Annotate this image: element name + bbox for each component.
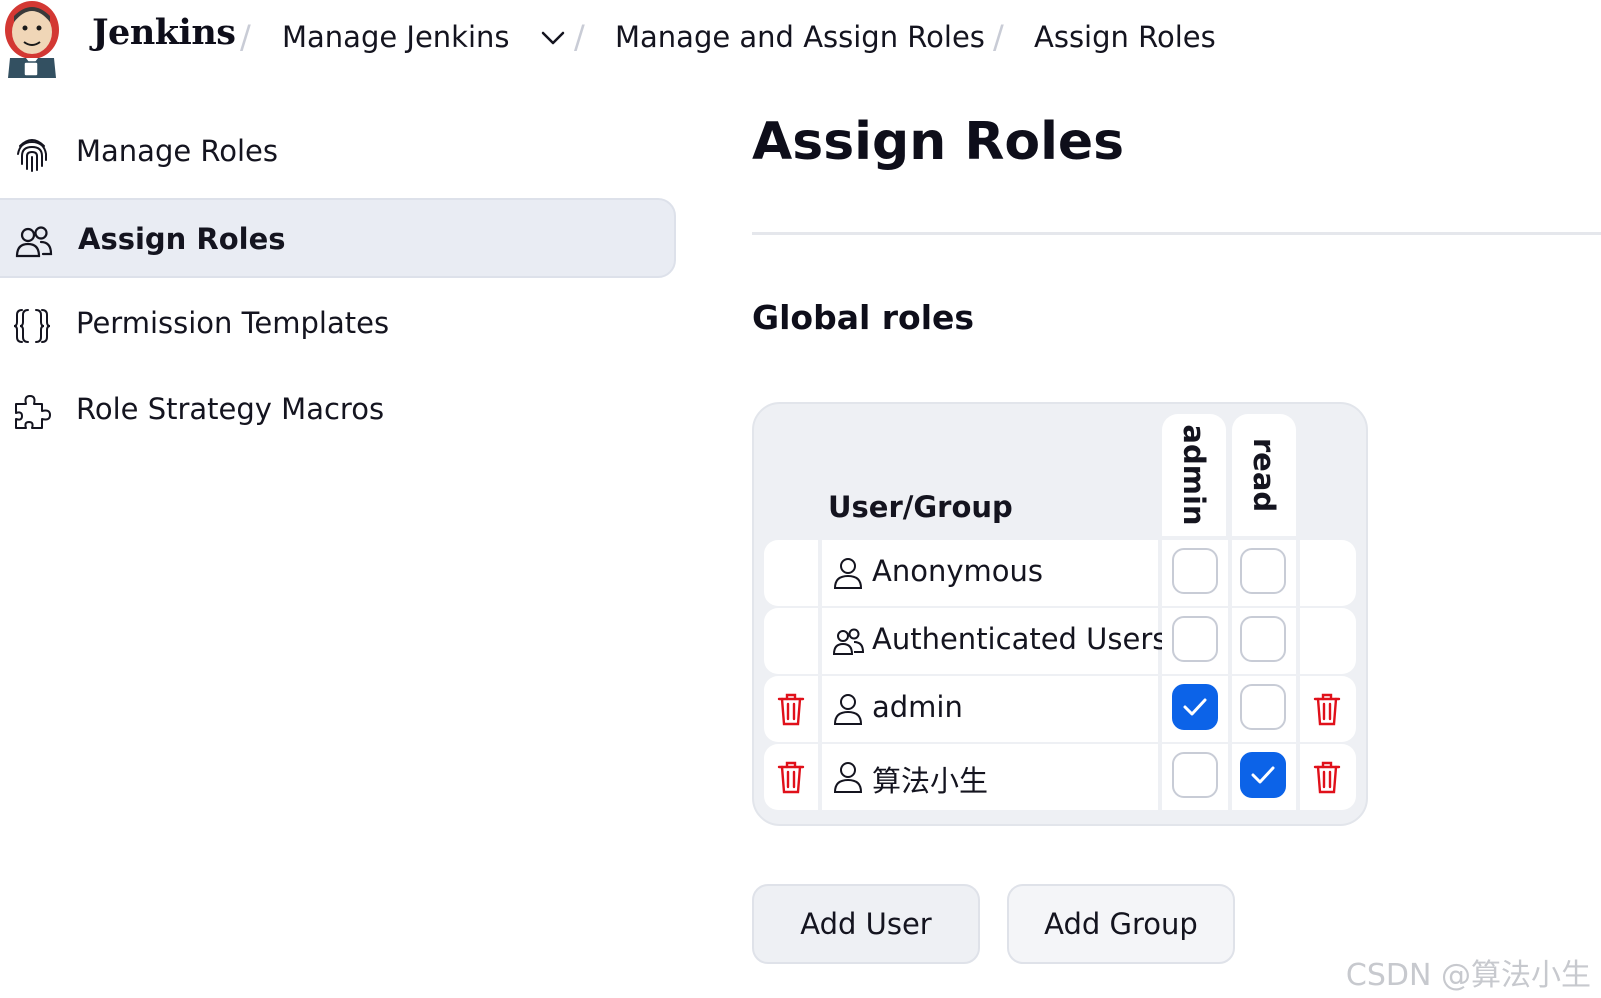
sidebar-item-label: Manage Roles — [76, 134, 279, 168]
row-cell — [1300, 744, 1356, 810]
page-title: Assign Roles — [752, 112, 1125, 172]
chevron-down-icon[interactable] — [540, 28, 566, 48]
user-icon — [833, 694, 863, 725]
brand-name[interactable]: Jenkins — [92, 12, 236, 53]
watermark: CSDN @算法小生 — [1345, 958, 1591, 993]
checkbox-anonymous-read[interactable] — [1240, 548, 1286, 594]
breadcrumb-separator: / — [574, 18, 585, 56]
breadcrumb-manage-jenkins[interactable]: Manage Jenkins — [282, 20, 510, 54]
puzzle-icon — [15, 395, 51, 429]
table-row: Authenticated Users — [764, 608, 1356, 674]
sidebar-item-assign-roles[interactable]: Assign Roles — [0, 198, 676, 278]
users-icon — [15, 226, 53, 258]
checkbox-anonymous-admin[interactable] — [1172, 548, 1218, 594]
user-icon — [833, 558, 863, 589]
trash-icon[interactable] — [1312, 692, 1342, 726]
sidebar-item-role-strategy-macros[interactable]: Role Strategy Macros — [0, 370, 676, 450]
row-name-cell: Authenticated Users — [822, 608, 1167, 674]
add-group-button[interactable]: Add Group — [1007, 884, 1235, 964]
row-cell — [764, 540, 818, 606]
braces-icon — [13, 309, 51, 343]
breadcrumb-manage-assign-roles[interactable]: Manage and Assign Roles — [615, 20, 985, 54]
row-cell — [1232, 744, 1296, 810]
row-cell — [1162, 676, 1228, 742]
row-cell — [764, 608, 818, 674]
checkmark-icon — [1251, 766, 1275, 784]
table-row: 算法小生 — [764, 744, 1356, 810]
divider — [752, 232, 1601, 235]
sidebar-item-manage-roles[interactable]: Manage Roles — [0, 112, 676, 192]
row-cell — [764, 676, 818, 742]
row-cell — [1232, 540, 1296, 606]
row-cell — [1162, 744, 1228, 810]
column-header-admin: admin — [1162, 414, 1226, 536]
trash-icon[interactable] — [776, 760, 806, 794]
row-cell — [764, 744, 818, 810]
group-icon — [832, 628, 864, 655]
sidebar-item-label: Assign Roles — [78, 222, 286, 256]
section-title-global-roles: Global roles — [752, 298, 975, 337]
row-cell — [1300, 540, 1356, 606]
user-icon — [833, 762, 863, 793]
row-name: admin — [872, 690, 963, 724]
column-header-read: read — [1232, 414, 1296, 536]
sidebar-item-label: Permission Templates — [76, 306, 390, 340]
breadcrumb-assign-roles[interactable]: Assign Roles — [1034, 20, 1216, 54]
row-cell — [1162, 608, 1228, 674]
row-name-cell: 算法小生 — [822, 744, 1158, 810]
checkbox-authenticated-read[interactable] — [1240, 616, 1286, 662]
jenkins-logo-icon[interactable] — [0, 0, 64, 80]
checkmark-icon — [1183, 698, 1207, 716]
fingerprint-icon — [17, 139, 47, 172]
table-row: admin — [764, 676, 1356, 742]
column-header-user-group: User/Group — [828, 490, 1013, 524]
checkbox-authenticated-admin[interactable] — [1172, 616, 1218, 662]
global-roles-table: User/Group admin read Anonymous Authenti… — [752, 402, 1368, 826]
breadcrumb-separator: / — [240, 18, 251, 56]
row-cell — [1232, 608, 1296, 674]
sidebar-item-permission-templates[interactable]: Permission Templates — [0, 284, 676, 364]
row-name-cell: admin — [822, 676, 1158, 742]
add-user-button[interactable]: Add User — [752, 884, 980, 964]
sidebar-item-label: Role Strategy Macros — [76, 392, 385, 426]
column-header-label: read — [1247, 437, 1281, 513]
row-cell — [1300, 676, 1356, 742]
row-name-cell: Anonymous — [822, 540, 1158, 606]
row-name: Authenticated Users — [872, 622, 1168, 656]
breadcrumb-separator: / — [993, 18, 1004, 56]
row-cell — [1300, 608, 1356, 674]
column-header-label: admin — [1177, 424, 1211, 526]
checkbox-admin-read[interactable] — [1240, 684, 1286, 730]
checkbox-admin-admin[interactable] — [1172, 684, 1218, 730]
trash-icon[interactable] — [1312, 760, 1342, 794]
table-row: Anonymous — [764, 540, 1356, 606]
row-cell — [1162, 540, 1228, 606]
row-cell — [1232, 676, 1296, 742]
trash-icon[interactable] — [776, 692, 806, 726]
checkbox-user-admin[interactable] — [1172, 752, 1218, 798]
checkbox-user-read[interactable] — [1240, 752, 1286, 798]
row-name: 算法小生 — [872, 764, 989, 798]
row-name: Anonymous — [872, 554, 1043, 588]
